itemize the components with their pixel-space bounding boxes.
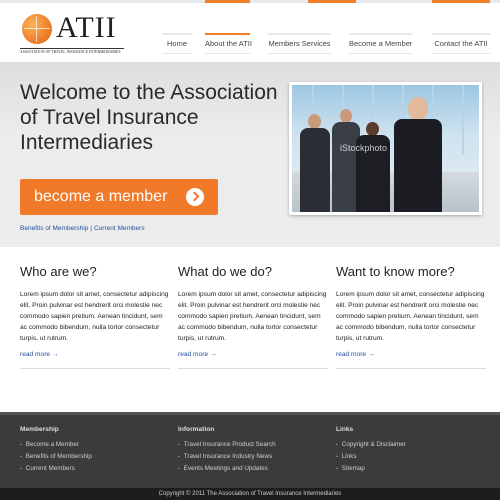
nav-underline [162,53,192,54]
photo-watermark: iStockphoto [340,143,388,153]
nav-item-label: Members Services [268,39,331,48]
business-people-image: iStockphoto [292,85,479,212]
column-heading: Want to know more? [336,264,455,279]
nav-underline [205,53,250,54]
nav-indicator [268,33,331,35]
footer-information: Information Travel Insurance Product Sea… [178,426,276,475]
footer-heading: Membership [20,426,59,433]
footer-link[interactable]: Links [336,451,406,463]
nav-underline [349,53,412,54]
read-more-link[interactable]: read more → [336,351,374,358]
footer-link[interactable]: Become a Member [20,439,92,451]
footer-membership: Membership Become a Member Benefits of M… [20,426,92,475]
nav-item-about[interactable]: About the ATII [205,33,252,54]
current-members-link[interactable]: Current Members [94,225,145,232]
nav-item-contact[interactable]: Contact the ATII [432,33,490,54]
person-figure [356,122,390,212]
footer-link[interactable]: Travel Insurance Industry News [178,451,276,463]
benefits-of-membership-link[interactable]: Benefits of Membership [20,225,88,232]
footer-links: Links Copyright & Disclaimer Links Sitem… [336,426,406,475]
nav-item-home[interactable]: Home [162,33,192,54]
footer-link[interactable]: Benefits of Membership [20,451,92,463]
site-header: ATII ASSOCIATION OF TRAVEL INSURANCE INT… [0,3,500,61]
arrow-right-icon [186,188,204,206]
copyright-bar: Copyright © 2011 The Association of Trav… [0,488,500,500]
nav-indicator [162,33,192,35]
nav-item-become-member[interactable]: Become a Member [349,33,413,54]
footer-link[interactable]: Copyright & Disclaimer [336,439,406,451]
column-divider [178,368,328,369]
main-navigation: Home About the ATII Members Services Bec… [0,33,500,59]
column-want-to-know-more: Want to know more? Lorem ipsum dolor sit… [336,264,486,369]
column-body: Lorem ipsum dolor sit amet, consectetur … [20,291,169,342]
cta-label: become a member [34,188,168,205]
column-heading: What do we do? [178,264,272,279]
nav-indicator [349,33,412,35]
hero-links: Benefits of Membership | Current Members [20,225,145,232]
footer-link[interactable]: Travel Insurance Product Search [178,439,276,451]
column-body: Lorem ipsum dolor sit amet, consectetur … [336,291,485,342]
nav-item-label: About the ATII [205,39,252,48]
column-what-do-we-do: What do we do? Lorem ipsum dolor sit ame… [178,264,328,369]
nav-item-label: Contact the ATII [434,39,488,48]
nav-indicator-active [205,33,250,35]
read-more-link[interactable]: read more → [178,351,216,358]
column-who-are-we: Who are we? Lorem ipsum dolor sit amet, … [20,264,170,369]
person-figure [392,97,444,212]
footer-link[interactable]: Sitemap [336,463,406,475]
column-body: Lorem ipsum dolor sit amet, consectetur … [178,291,327,342]
nav-underline [432,53,490,54]
footer-heading: Links [336,426,354,433]
site-footer: Membership Become a Member Benefits of M… [0,412,500,488]
read-more-link[interactable]: read more → [20,351,58,358]
column-divider [20,368,170,369]
nav-indicator [432,33,490,35]
footer-link[interactable]: Current Members [20,463,92,475]
hero-title: Welcome to the Association of Travel Ins… [20,81,278,154]
footer-heading: Information [178,426,215,433]
nav-item-members-services[interactable]: Members Services [268,33,331,54]
footer-link[interactable]: Events Meetings and Updates [178,463,276,475]
hero-photo: iStockphoto [289,82,482,215]
become-member-button[interactable]: become a member [20,179,218,215]
column-divider [336,368,486,369]
link-separator: | [90,225,92,232]
column-heading: Who are we? [20,264,97,279]
nav-underline [268,53,331,54]
person-figure [300,114,330,212]
nav-item-label: Become a Member [349,39,413,48]
nav-item-label: Home [166,39,187,48]
